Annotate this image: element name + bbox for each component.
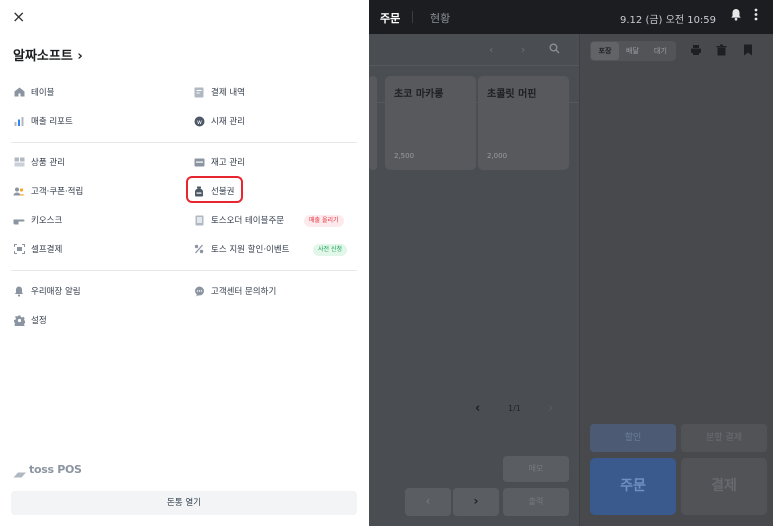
menu-toolbar: ‹ › (369, 34, 579, 66)
tab-divider (412, 11, 413, 23)
divider (11, 270, 357, 271)
menu-item-label: 토스 지원 할인·이벤트 (211, 245, 290, 255)
product-card[interactable]: 초콜릿 머핀 2,000 (478, 76, 569, 170)
sales-boost-badge[interactable]: 매출 올리기 (304, 215, 344, 227)
product-name: 초콜릿 머핀 (487, 89, 537, 100)
menu-item-table[interactable]: 테이블 (13, 84, 54, 100)
print-order-button[interactable]: 출력 (503, 488, 569, 516)
side-drawer: × 알짜소프트 › 테이블 결제 내역 매출 리포트 w 시재 관리 상품 관리 (0, 0, 369, 526)
menu-item-product-mgmt[interactable]: 상품 관리 (13, 154, 65, 170)
users-icon (13, 185, 25, 197)
menu-item-self-pay[interactable]: 셀프결제 (13, 241, 62, 257)
home-icon (13, 86, 25, 98)
order-type-wait[interactable]: 대기 (654, 46, 667, 56)
gear-icon (13, 314, 25, 326)
pay-button[interactable]: 결제 (681, 458, 767, 515)
close-icon[interactable]: × (12, 8, 30, 26)
product-price: 2,500 (394, 152, 415, 160)
bell-icon[interactable] (730, 8, 742, 25)
menu-item-label: 매출 리포트 (31, 117, 73, 127)
tab-status[interactable]: 현황 (430, 10, 450, 26)
svg-text:w: w (197, 119, 202, 126)
menu-item-customer[interactable]: 고객·쿠폰·적립 (13, 183, 83, 199)
menu-item-label: 결제 내역 (211, 88, 245, 98)
menu-item-settings[interactable]: 설정 (13, 312, 47, 328)
pager-next-button[interactable]: › (548, 401, 553, 416)
menu-item-label: 시재 관리 (211, 117, 245, 127)
menu-item-label: 키오스크 (31, 216, 63, 226)
product-card[interactable] (369, 76, 377, 170)
menu-item-sales-report[interactable]: 매출 리포트 (13, 113, 73, 129)
menu-item-label: 재고 관리 (211, 158, 245, 168)
more-icon[interactable] (754, 8, 758, 25)
toss-pos-logo: toss POS (13, 463, 82, 478)
store-name-link[interactable]: 알짜소프트 › (13, 45, 83, 64)
receipt-icon (193, 86, 205, 98)
coin-icon: w (193, 115, 205, 127)
bell-icon (13, 285, 25, 297)
menu-item-label: 고객센터 문의하기 (211, 287, 277, 297)
menu-item-inventory[interactable]: 재고 관리 (193, 154, 245, 170)
menu-item-toss-order[interactable]: 토스오더 테이블주문 (193, 212, 284, 228)
clock-display: 9.12 (금) 오전 10:59 (620, 15, 717, 26)
menu-item-label: 상품 관리 (31, 158, 65, 168)
divider (11, 142, 357, 143)
discount-button[interactable]: 할인 (590, 424, 676, 452)
menu-item-label: 토스오더 테이블주문 (211, 216, 285, 226)
menu-item-toss-discount[interactable]: 토스 지원 할인·이벤트 (193, 241, 290, 257)
highlight-annotation (186, 176, 243, 203)
split-payment-button[interactable]: 분할 결제 (681, 424, 767, 452)
menu-item-label: 설정 (31, 316, 47, 326)
order-panel (579, 34, 773, 526)
menu-item-label: 셀프결제 (31, 245, 63, 255)
product-name: 초코 마카롱 (394, 89, 444, 100)
trash-icon[interactable] (716, 44, 727, 59)
menu-item-store-alert[interactable]: 우리매장 알림 (13, 283, 81, 299)
toss-logo-icon (13, 465, 27, 478)
percent-icon (193, 243, 205, 255)
search-icon[interactable] (549, 43, 560, 57)
chevron-right-icon[interactable]: › (521, 43, 525, 56)
printer-icon[interactable] (690, 44, 702, 59)
menu-item-label: 우리매장 알림 (31, 287, 81, 297)
order-type-takeout[interactable]: 포장 (591, 42, 619, 60)
qr-scan-icon (13, 243, 25, 255)
pointing-hand-icon (13, 214, 25, 226)
nav-prev-button[interactable]: ‹ (405, 488, 451, 516)
pre-apply-badge[interactable]: 사전 신청 (313, 244, 347, 256)
pager-indicator: 1/1 (508, 404, 521, 413)
menu-item-kiosk[interactable]: 키오스크 (13, 212, 62, 228)
tab-order[interactable]: 주문 (380, 10, 400, 26)
product-price: 2,000 (487, 152, 508, 160)
product-card[interactable]: 초코 마카롱 2,500 (385, 76, 476, 170)
memo-button[interactable]: 메모 (503, 456, 569, 482)
menu-item-payment-history[interactable]: 결제 내역 (193, 84, 245, 100)
chat-bubble-icon (193, 285, 205, 297)
open-cashbox-button[interactable]: 돈통 열기 (11, 491, 357, 515)
tablet-icon (193, 214, 205, 226)
bar-chart-icon (13, 115, 25, 127)
pager-prev-button[interactable]: ‹ (475, 401, 480, 416)
order-type-delivery[interactable]: 배달 (626, 46, 639, 56)
toss-logo-text: toss POS (29, 463, 82, 476)
bookmark-icon[interactable] (743, 44, 753, 59)
menu-item-label: 고객·쿠폰·적립 (31, 187, 84, 197)
inventory-icon (193, 156, 205, 168)
box-icon (13, 156, 25, 168)
order-button[interactable]: 주문 (590, 458, 676, 515)
chevron-left-icon[interactable]: ‹ (489, 43, 493, 56)
nav-next-button[interactable]: › (453, 488, 499, 516)
menu-item-support[interactable]: 고객센터 문의하기 (193, 283, 276, 299)
menu-item-market-price[interactable]: w 시재 관리 (193, 113, 245, 129)
menu-item-label: 테이블 (31, 88, 55, 98)
